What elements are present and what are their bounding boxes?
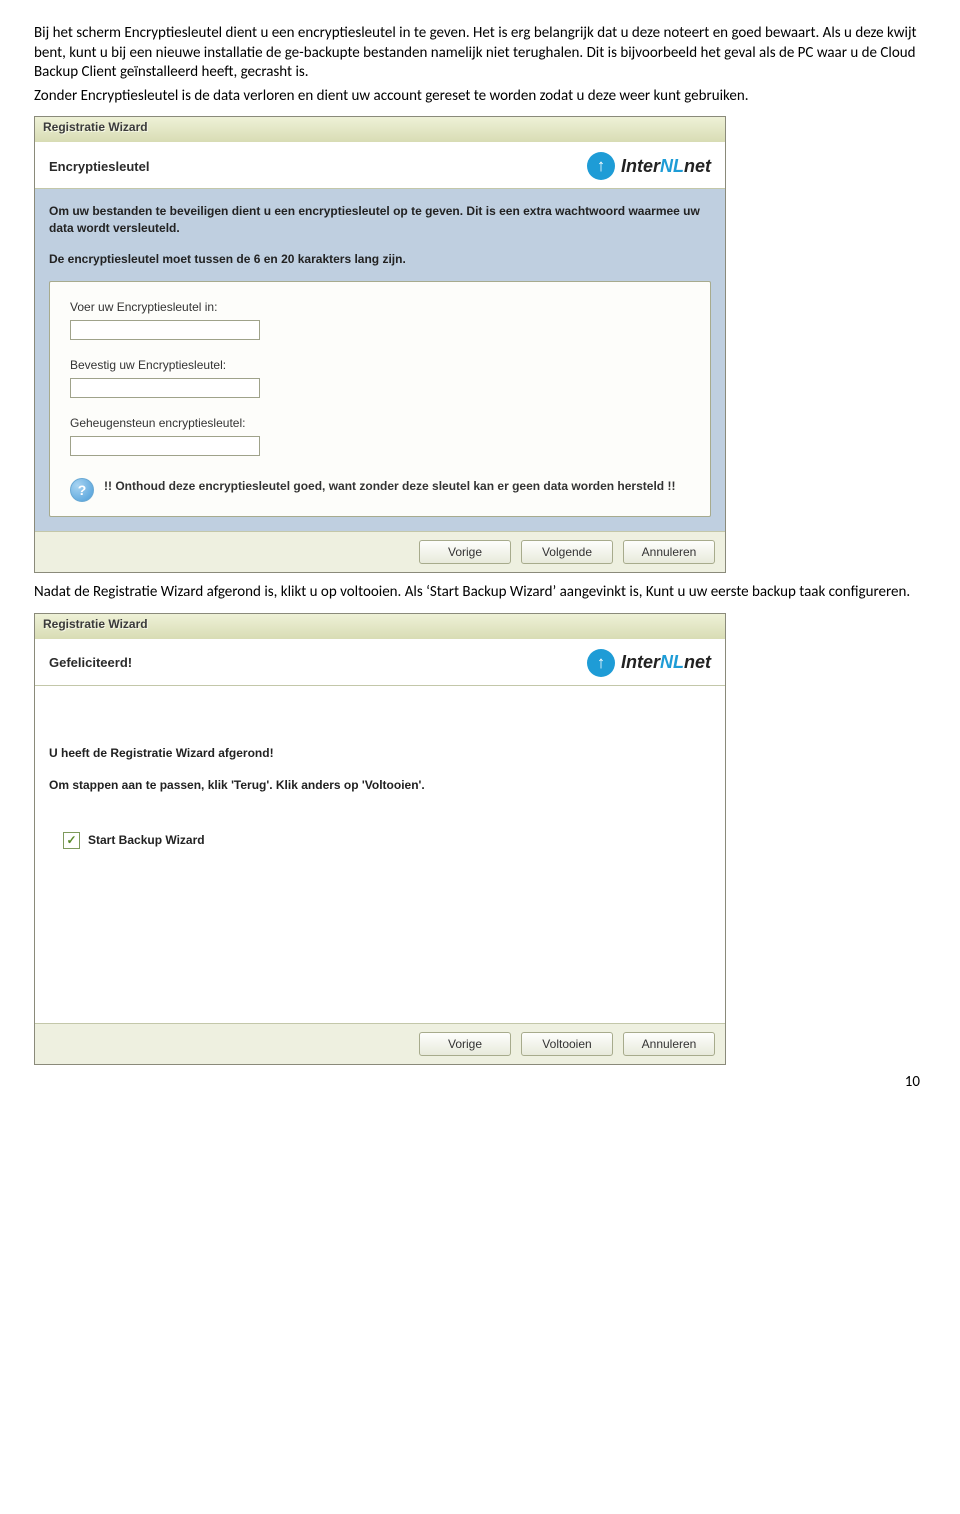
logo-part-inter: Inter — [621, 156, 660, 176]
start-backup-checkbox-row[interactable]: ✓ Start Backup Wizard — [63, 832, 711, 849]
wizard-footer: Vorige Volgende Annuleren — [35, 531, 725, 572]
input-enter-key[interactable] — [70, 320, 260, 340]
label-confirm-key: Bevestig uw Encryptiesleutel: — [70, 358, 690, 372]
finish-button[interactable]: Voltooien — [521, 1032, 613, 1056]
intro-text-1: Om uw bestanden te beveiligen dient u ee… — [49, 203, 711, 237]
input-confirm-key[interactable] — [70, 378, 260, 398]
wizard-titlebar: Registratie Wizard — [35, 117, 725, 142]
page-number: 10 — [34, 1073, 926, 1091]
brand-logo-text: InterNLnet — [621, 652, 711, 673]
form-panel: Voer uw Encryptiesleutel in: Bevestig uw… — [49, 281, 711, 517]
wizard-titlebar: Registratie Wizard — [35, 614, 725, 639]
prev-button[interactable]: Vorige — [419, 1032, 511, 1056]
doc-paragraph-1: Bij het scherm Encryptiesleutel dient u … — [34, 24, 926, 83]
wizard-body: U heeft de Registratie Wizard afgerond! … — [35, 686, 725, 1023]
logo-part-nl: NL — [660, 652, 684, 672]
brand-logo-icon: ↑ — [587, 152, 615, 180]
wizard-header-title: Gefeliciteerd! — [49, 655, 132, 670]
brand-logo: ↑ InterNLnet — [587, 152, 711, 180]
logo-part-inter: Inter — [621, 652, 660, 672]
cancel-button[interactable]: Annuleren — [623, 1032, 715, 1056]
wizard-finish-window: Registratie Wizard Gefeliciteerd! ↑ Inte… — [34, 613, 726, 1065]
wizard-header-title: Encryptiesleutel — [49, 159, 149, 174]
checkbox-icon[interactable]: ✓ — [63, 832, 80, 849]
wizard-header: Gefeliciteerd! ↑ InterNLnet — [35, 639, 725, 686]
brand-logo-icon: ↑ — [587, 649, 615, 677]
intro-text-2: De encryptiesleutel moet tussen de 6 en … — [49, 251, 711, 268]
cancel-button[interactable]: Annuleren — [623, 540, 715, 564]
prev-button[interactable]: Vorige — [419, 540, 511, 564]
wizard-footer: Vorige Voltooien Annuleren — [35, 1023, 725, 1064]
wizard-encryption-window: Registratie Wizard Encryptiesleutel ↑ In… — [34, 116, 726, 573]
hint-row: ? !! Onthoud deze encryptiesleutel goed,… — [70, 474, 690, 512]
finish-line-2: Om stappen aan te passen, klik 'Terug'. … — [49, 778, 711, 792]
logo-part-nl: NL — [660, 156, 684, 176]
finish-line-1: U heeft de Registratie Wizard afgerond! — [49, 746, 711, 760]
input-hint-name[interactable] — [70, 436, 260, 456]
brand-logo-text: InterNLnet — [621, 156, 711, 177]
wizard-body: Om uw bestanden te beveiligen dient u ee… — [35, 189, 725, 531]
help-icon: ? — [70, 478, 94, 502]
checkbox-label: Start Backup Wizard — [88, 833, 205, 847]
label-hint-name: Geheugensteun encryptiesleutel: — [70, 416, 690, 430]
next-button[interactable]: Volgende — [521, 540, 613, 564]
hint-text: !! Onthoud deze encryptiesleutel goed, w… — [104, 478, 675, 495]
doc-paragraph-3: Nadat de Registratie Wizard afgerond is,… — [34, 583, 926, 603]
logo-part-net: net — [684, 156, 711, 176]
logo-part-net: net — [684, 652, 711, 672]
wizard-header: Encryptiesleutel ↑ InterNLnet — [35, 142, 725, 189]
doc-paragraph-2: Zonder Encryptiesleutel is de data verlo… — [34, 87, 926, 107]
brand-logo: ↑ InterNLnet — [587, 649, 711, 677]
label-enter-key: Voer uw Encryptiesleutel in: — [70, 300, 690, 314]
